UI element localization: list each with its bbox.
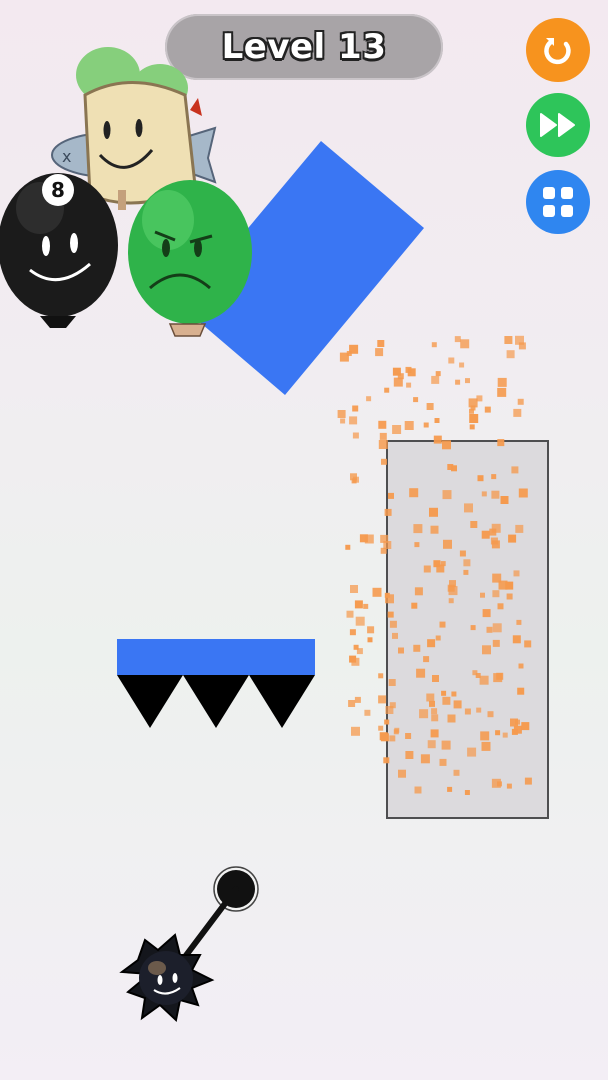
particle <box>351 478 357 484</box>
level-title: Level 13 <box>221 27 387 67</box>
particle <box>517 398 524 405</box>
particle <box>367 626 375 634</box>
particle <box>484 406 491 413</box>
particle <box>353 644 359 650</box>
particle <box>413 397 419 403</box>
particle <box>339 352 349 362</box>
particle <box>377 340 385 347</box>
particle <box>404 421 414 430</box>
particle <box>426 403 434 410</box>
particle <box>359 534 368 543</box>
particle <box>372 587 382 597</box>
green-balloon-character <box>128 180 252 337</box>
grid-icon <box>540 184 576 220</box>
particle <box>406 382 412 388</box>
particle <box>497 387 507 397</box>
particle <box>468 398 478 408</box>
particle <box>349 655 357 663</box>
fish-character: x <box>51 98 217 184</box>
svg-text:8: 8 <box>51 178 65 202</box>
particle <box>378 673 384 679</box>
particle <box>366 396 372 402</box>
particle <box>431 342 437 348</box>
particle <box>504 336 513 344</box>
particle <box>476 395 483 402</box>
restart-icon <box>540 32 576 68</box>
particle <box>506 350 515 359</box>
particle <box>434 418 440 423</box>
particle <box>469 424 475 430</box>
particle <box>431 375 440 384</box>
particle <box>518 342 526 350</box>
particle <box>378 420 387 429</box>
particle <box>345 544 351 550</box>
particle <box>351 726 360 736</box>
particle <box>384 387 390 393</box>
particle <box>397 373 404 380</box>
particle <box>469 408 474 414</box>
particle <box>363 603 369 609</box>
particle <box>435 371 441 377</box>
particle <box>454 336 461 343</box>
particle <box>349 344 359 354</box>
particle <box>349 629 356 636</box>
particle <box>349 416 358 425</box>
restart-button[interactable] <box>526 18 590 82</box>
blue-platform <box>117 639 315 675</box>
particle <box>448 357 455 364</box>
level-indicator: Level 13 <box>165 14 443 80</box>
spiked-ball-character <box>119 933 215 1022</box>
particle <box>367 637 373 643</box>
particle <box>393 377 403 387</box>
particle <box>378 725 384 731</box>
particle <box>351 657 360 666</box>
skip-button[interactable] <box>526 93 590 157</box>
glass-container <box>386 440 549 819</box>
particle <box>337 410 346 418</box>
level-menu-button[interactable] <box>526 170 590 234</box>
particle <box>355 616 365 626</box>
particle <box>350 473 357 481</box>
particle <box>497 377 507 387</box>
particle <box>346 610 354 618</box>
particle <box>378 695 387 704</box>
svg-text:x: x <box>62 147 71 166</box>
particle <box>455 379 461 385</box>
particle <box>465 378 470 384</box>
particle <box>459 362 465 368</box>
particle <box>405 366 412 373</box>
particle <box>364 709 371 716</box>
particle <box>348 700 356 707</box>
fast-forward-icon <box>538 110 578 140</box>
particle <box>340 418 346 424</box>
spikes-hazard <box>117 675 315 728</box>
particle <box>375 348 384 357</box>
particle <box>356 648 363 655</box>
particle <box>346 351 352 356</box>
8-ball-balloon-character: 8 <box>0 173 118 328</box>
rope-anchor[interactable] <box>213 866 259 912</box>
particle <box>352 432 359 439</box>
particle <box>423 422 429 428</box>
particle <box>352 405 359 412</box>
particle <box>407 368 416 377</box>
particle <box>469 414 479 423</box>
particle <box>460 339 470 349</box>
particle <box>379 432 387 440</box>
particle <box>515 335 524 345</box>
particle <box>392 425 402 434</box>
particle <box>350 585 358 593</box>
particle <box>354 600 363 609</box>
particle <box>353 476 359 483</box>
particle <box>354 696 361 703</box>
particle <box>513 408 522 417</box>
particle <box>364 534 374 544</box>
particle <box>470 405 476 411</box>
particle <box>392 367 401 376</box>
